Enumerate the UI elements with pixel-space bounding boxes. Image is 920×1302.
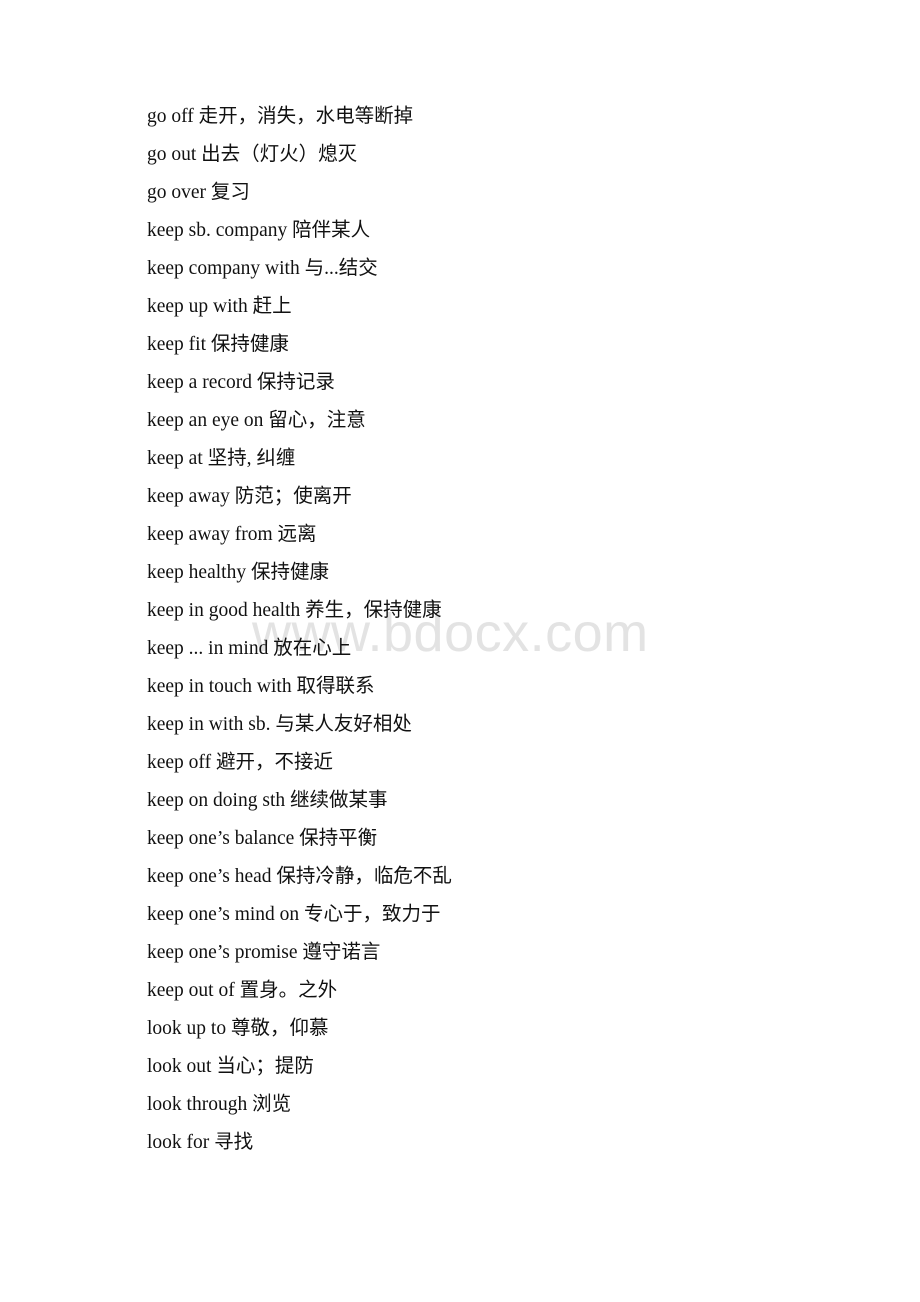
phrase-line: look for 寻找 [147, 1132, 254, 1153]
phrase-line: keep a record 保持记录 [147, 372, 335, 393]
phrase-list: go off 走开，消失，水电等断掉 go out 出去（灯火）熄灭 go over… [147, 98, 847, 1162]
phrase-line: keep in touch with 取得联系 [147, 676, 375, 697]
phrase-line: keep an eye on 留心，注意 [147, 410, 366, 431]
phrase-line: keep in good health 养生，保持健康 [147, 600, 442, 621]
phrase-line: keep sb. company 陪伴某人 [147, 220, 371, 241]
phrase-line: keep off 避开，不接近 [147, 752, 333, 773]
phrase-line: keep one’s head 保持冷静，临危不乱 [147, 866, 452, 887]
phrase-line: keep company with 与...结交 [147, 258, 378, 279]
phrase-line: keep one’s promise 遵守诺言 [147, 942, 381, 963]
phrase-line: keep one’s mind on 专心于，致力于 [147, 904, 441, 925]
phrase-line: look through 浏览 [147, 1094, 292, 1115]
phrase-line: keep on doing sth 继续做某事 [147, 790, 388, 811]
phrase-line: look up to 尊敬，仰慕 [147, 1018, 329, 1039]
phrase-line: keep in with sb. 与某人友好相处 [147, 714, 412, 735]
phrase-line: keep up with 赶上 [147, 296, 292, 317]
phrase-line: keep away 防范；使离开 [147, 486, 352, 507]
phrase-line: keep ... in mind 放在心上 [147, 638, 352, 659]
phrase-line: go off 走开，消失，水电等断掉 [147, 106, 414, 127]
document-page: www.bdocx.com go off 走开，消失，水电等断掉 go out 出… [0, 0, 920, 1302]
phrase-line: go over 复习 [147, 182, 250, 203]
phrase-line: go out 出去（灯火）熄灭 [147, 144, 358, 165]
phrase-line: keep away from 远离 [147, 524, 317, 545]
phrase-line: keep fit 保持健康 [147, 334, 289, 355]
phrase-line: keep out of 置身。之外 [147, 980, 338, 1001]
phrase-line: keep one’s balance 保持平衡 [147, 828, 378, 849]
phrase-line: look out 当心；提防 [147, 1056, 314, 1077]
phrase-line: keep at 坚持, 纠缠 [147, 448, 296, 469]
phrase-line: keep healthy 保持健康 [147, 562, 329, 583]
